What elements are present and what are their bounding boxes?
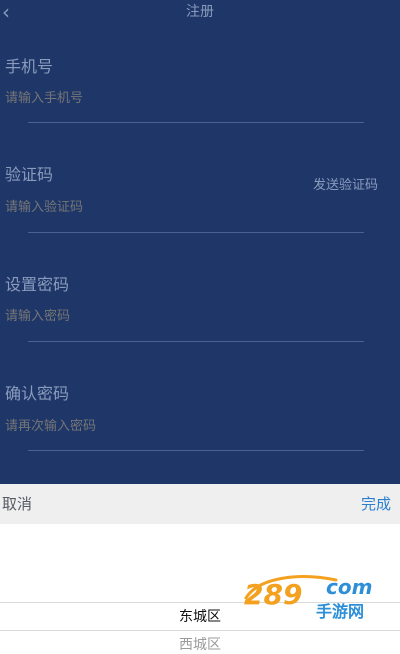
done-button[interactable]: 完成 [361,495,391,513]
confirm-password-input[interactable] [5,417,255,435]
watermark-subtitle: 手游网 [316,602,364,621]
watermark-number: 289 [244,578,302,611]
send-code-button[interactable]: 发送验证码 [313,177,378,195]
confirm-password-label: 确认密码 [5,384,70,403]
set-password-label: 设置密码 [5,275,70,294]
site-logo-watermark: 289 com 手游网 [244,575,372,621]
watermark-domain: com [326,575,372,599]
password-input[interactable] [5,307,255,325]
phone-label: 手机号 [5,57,54,76]
picker-selection-bottom-line [0,630,400,631]
phone-divider [28,122,364,123]
page-title: 注册 [186,4,214,20]
confirm-divider [28,450,364,451]
phone-input[interactable] [5,89,255,107]
verification-code-label: 验证码 [5,165,54,184]
password-divider [28,341,364,342]
code-divider [28,232,364,233]
registration-form-panel: ‹ 注册 手机号 验证码 发送验证码 设置密码 确认密码 [0,0,400,484]
picker-option[interactable]: 西城区 [0,636,400,654]
cancel-button[interactable]: 取消 [2,495,32,513]
verification-code-input[interactable] [5,198,255,216]
picker-toolbar: 取消 完成 [0,484,400,524]
